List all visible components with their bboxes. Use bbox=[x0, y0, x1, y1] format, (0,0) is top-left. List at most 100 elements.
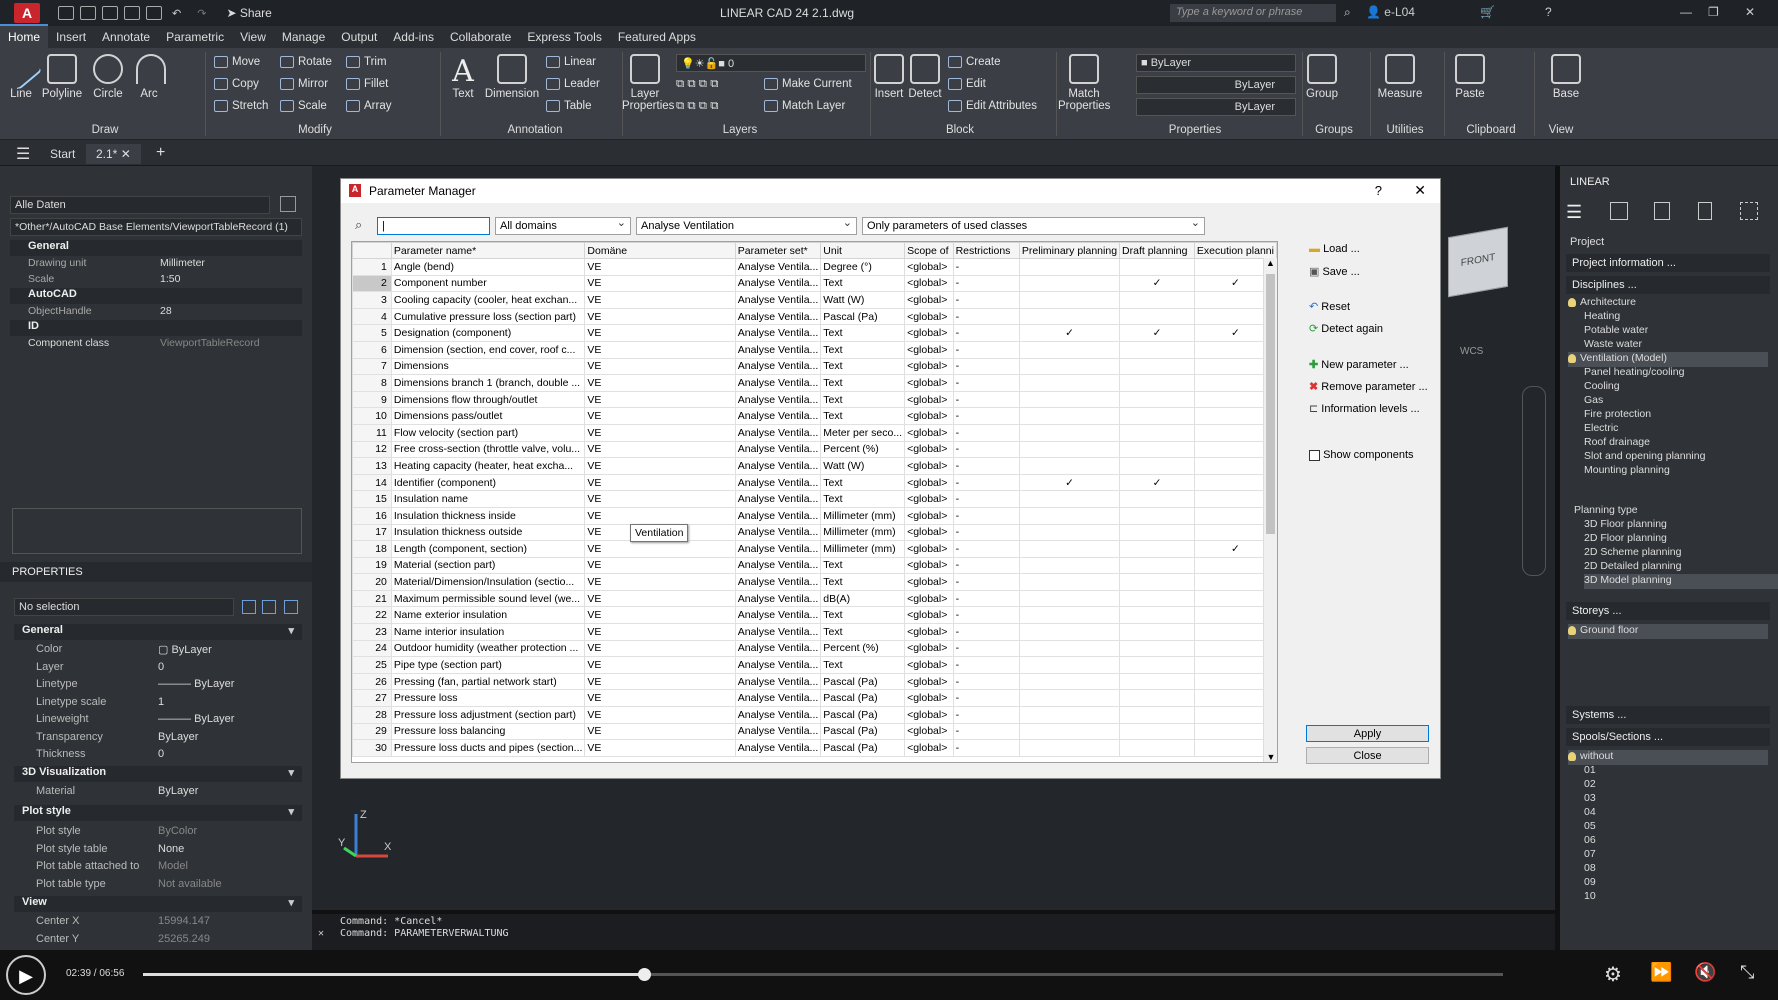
table-cell[interactable] bbox=[1119, 440, 1195, 459]
table-cell[interactable] bbox=[1119, 390, 1195, 409]
table-cell[interactable]: VE bbox=[584, 722, 736, 741]
column-header[interactable]: Preliminary planning bbox=[1018, 242, 1121, 259]
progress-track[interactable] bbox=[143, 968, 1503, 981]
minimize-button[interactable]: — bbox=[1680, 5, 1692, 19]
spool-item[interactable]: 01 bbox=[1584, 764, 1778, 779]
table-cell[interactable]: Text bbox=[820, 606, 906, 625]
table-cell[interactable] bbox=[1018, 457, 1121, 475]
table-row[interactable]: 25 Pipe type (section part) VE Analyse Vent… bbox=[352, 656, 1277, 674]
table-row[interactable]: 17 Insulation thickness outside VE Analyse … bbox=[352, 523, 1277, 542]
table-row[interactable]: 26 Pressing (fan, partial network start) V… bbox=[352, 672, 1277, 691]
spool-item[interactable]: 10 bbox=[1584, 890, 1778, 905]
table-cell[interactable]: Analyse Ventila... bbox=[734, 639, 822, 658]
wcs-label[interactable]: WCS bbox=[1460, 346, 1483, 357]
data-filter-dropdown[interactable]: Alle Daten bbox=[10, 196, 270, 214]
table-cell[interactable]: <global> bbox=[904, 606, 954, 625]
table-cell[interactable]: Percent (%) bbox=[820, 639, 906, 658]
share-button[interactable]: ➤ Share bbox=[226, 6, 271, 20]
table-cell[interactable]: - bbox=[952, 274, 1020, 293]
discipline-item[interactable]: Roof drainage bbox=[1584, 436, 1778, 451]
domain-filter-select[interactable]: All domains bbox=[495, 216, 631, 235]
table-cell[interactable]: Analyse Ventila... bbox=[734, 340, 822, 359]
table-cell[interactable]: Analyse Ventila... bbox=[734, 423, 822, 442]
line-tool[interactable]: Line bbox=[0, 47, 43, 100]
discipline-item[interactable]: Mounting planning bbox=[1584, 464, 1778, 479]
match-properties-tool[interactable]: Match Properties bbox=[1058, 54, 1110, 112]
table-cell[interactable]: Analyse Ventila... bbox=[734, 506, 822, 525]
table-cell[interactable]: Dimensions branch 1 (branch, double ... bbox=[390, 374, 586, 392]
table-cell[interactable]: <global> bbox=[904, 340, 954, 359]
table-cell[interactable] bbox=[1119, 589, 1195, 608]
open-file-icon[interactable] bbox=[80, 6, 96, 20]
table-cell[interactable] bbox=[1018, 722, 1121, 741]
prop-transparency[interactable]: Transparency ByLayer bbox=[18, 730, 302, 746]
create-block-tool[interactable]: Create bbox=[948, 56, 1001, 68]
table-cell[interactable]: - bbox=[952, 706, 1020, 724]
table-row[interactable]: 9 Dimensions flow through/outlet VE Analyse… bbox=[352, 390, 1277, 409]
table-cell[interactable]: Text bbox=[820, 390, 906, 409]
panel-groups-label[interactable]: Groups bbox=[1306, 124, 1362, 136]
table-cell[interactable]: Text bbox=[820, 357, 906, 376]
planning-type-item[interactable]: 2D Detailed planning bbox=[1584, 560, 1778, 575]
table-cell[interactable]: Text bbox=[820, 274, 906, 293]
table-cell[interactable] bbox=[1119, 739, 1195, 757]
table-cell[interactable]: <global> bbox=[904, 623, 954, 641]
table-cell[interactable]: Identifier (component) bbox=[390, 473, 586, 492]
settings-icon[interactable]: ⚙ bbox=[1604, 962, 1622, 987]
table-cell[interactable]: - bbox=[952, 473, 1020, 492]
move-tool[interactable]: Move bbox=[214, 56, 260, 68]
table-cell[interactable]: Analyse Ventila... bbox=[734, 573, 822, 591]
props-section-general[interactable]: General bbox=[14, 624, 302, 640]
table-cell[interactable]: - bbox=[952, 606, 1020, 625]
table-row[interactable]: 24 Outdoor humidity (weather protection .… bbox=[352, 639, 1277, 658]
discipline-item[interactable]: Cooling bbox=[1584, 380, 1778, 395]
prop-plot-style-table[interactable]: Plot style table None bbox=[18, 842, 302, 858]
table-cell[interactable] bbox=[1119, 706, 1195, 724]
table-cell[interactable] bbox=[1119, 457, 1195, 475]
table-cell[interactable]: Analyse Ventila... bbox=[734, 357, 822, 376]
spool-item[interactable]: without bbox=[1568, 750, 1768, 765]
tab-featured-apps[interactable]: Featured Apps bbox=[610, 26, 704, 48]
table-row[interactable]: 27 Pressure loss VE Analyse Ventila... Pasca… bbox=[352, 689, 1277, 708]
detect-tool[interactable]: Detect bbox=[906, 54, 944, 100]
save-button[interactable]: ▣ Save ... bbox=[1309, 265, 1360, 278]
copy-tool[interactable]: Copy bbox=[214, 78, 259, 90]
spool-item[interactable]: 03 bbox=[1584, 792, 1778, 807]
table-cell[interactable]: - bbox=[952, 407, 1020, 425]
table-cell[interactable]: VE bbox=[584, 407, 736, 425]
table-cell[interactable]: Watt (W) bbox=[820, 291, 906, 309]
palette-settings-icon[interactable] bbox=[280, 196, 296, 212]
prop-color[interactable]: Color ▢ ByLayer bbox=[18, 642, 302, 658]
table-cell[interactable]: <global> bbox=[904, 407, 954, 425]
linear-tool[interactable]: Linear bbox=[546, 56, 596, 68]
table-cell[interactable] bbox=[1018, 739, 1121, 757]
table-cell[interactable]: <global> bbox=[904, 473, 954, 492]
make-current-tool[interactable]: Make Current bbox=[764, 78, 852, 90]
prop-plot-style[interactable]: Plot style ByColor bbox=[18, 824, 302, 840]
table-cell[interactable]: VE bbox=[584, 490, 736, 508]
table-cell[interactable]: Text bbox=[820, 573, 906, 591]
table-cell[interactable]: Analyse Ventila... bbox=[734, 291, 822, 309]
plot-icon[interactable] bbox=[146, 6, 162, 20]
table-cell[interactable] bbox=[1018, 490, 1121, 508]
table-cell[interactable] bbox=[1018, 523, 1121, 542]
table-cell[interactable] bbox=[1018, 639, 1121, 658]
table-cell[interactable]: Pressure loss adjustment (section part) bbox=[390, 706, 586, 724]
table-cell[interactable]: VE bbox=[584, 589, 736, 608]
table-cell[interactable]: VE bbox=[584, 672, 736, 691]
table-cell[interactable]: - bbox=[952, 589, 1020, 608]
table-cell[interactable]: - bbox=[952, 258, 1020, 276]
table-cell[interactable]: VE bbox=[584, 423, 736, 442]
table-row[interactable]: 8 Dimensions branch 1 (branch, double ...… bbox=[352, 374, 1277, 392]
panel-draw-label[interactable]: Draw bbox=[60, 124, 150, 136]
dialog-titlebar[interactable]: A Parameter Manager ? ✕ bbox=[341, 179, 1440, 203]
expand-icon[interactable] bbox=[1740, 202, 1758, 220]
table-row[interactable]: 4 Cumulative pressure loss (section part)… bbox=[352, 307, 1277, 326]
table-cell[interactable]: ✓ bbox=[1018, 473, 1121, 492]
systems-header[interactable]: Systems ... bbox=[1566, 706, 1770, 724]
table-row[interactable]: 2 Component number VE Analyse Ventila... Tex… bbox=[352, 274, 1277, 293]
restore-button[interactable]: ❐ bbox=[1708, 5, 1719, 19]
table-cell[interactable]: VE bbox=[584, 706, 736, 724]
polyline-tool[interactable]: Polyline bbox=[40, 54, 84, 100]
table-cell[interactable]: <global> bbox=[904, 739, 954, 757]
